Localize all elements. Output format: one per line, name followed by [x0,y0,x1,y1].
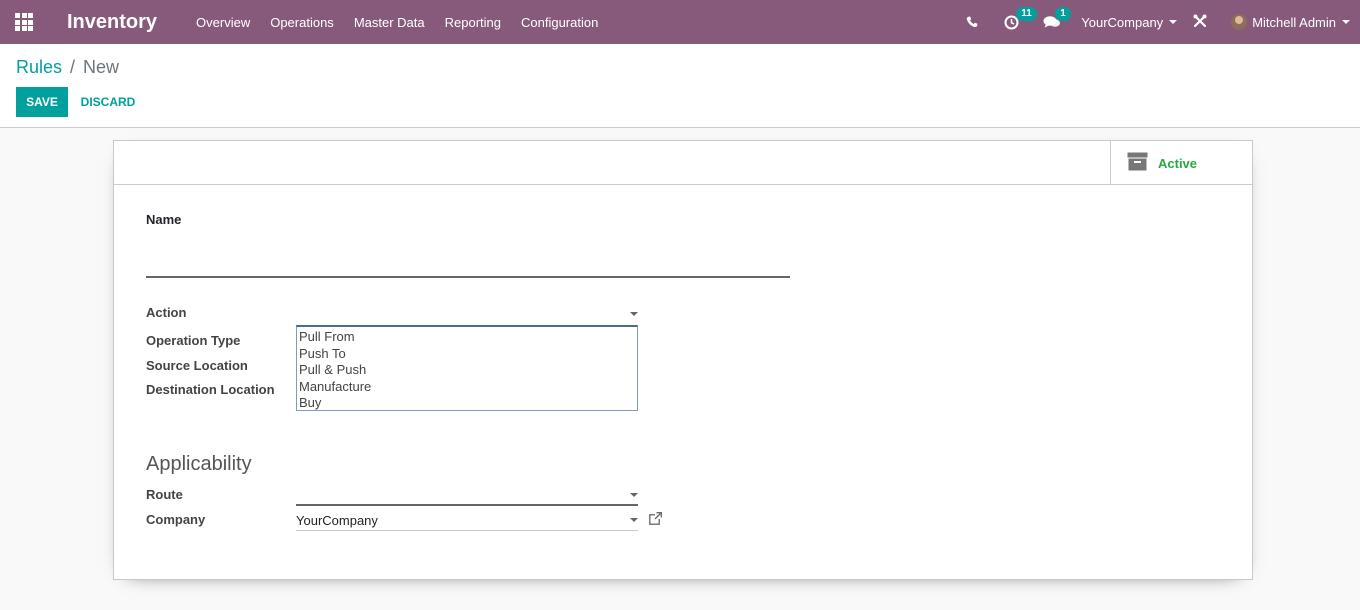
active-toggle-button[interactable]: Active [1110,141,1252,185]
app-name[interactable]: Inventory [67,11,157,34]
form-sheet: Active Name Action Pull From Push To Pul… [113,140,1253,580]
button-box: Active [114,141,1252,185]
applicability-title: Applicability [146,453,252,475]
breadcrumb-current: New [83,57,120,77]
user-name: Mitchell Admin [1252,14,1336,30]
source-location-label: Source Location [146,358,248,373]
breadcrumb-separator: / [70,57,76,77]
action-select[interactable] [296,305,638,325]
chevron-down-icon [630,312,638,316]
menu-item-operations[interactable]: Operations [270,15,334,30]
external-link-icon[interactable] [649,512,662,528]
chevron-down-icon [630,518,638,522]
save-button[interactable]: SAVE [16,87,68,117]
company-name: YourCompany [1081,14,1164,30]
menu-item-master-data[interactable]: Master Data [354,15,425,30]
activity-count-badge: 11 [1016,6,1037,21]
chevron-down-icon [1169,20,1178,24]
operation-type-label: Operation Type [146,333,241,348]
clock-icon[interactable]: 11 [1004,6,1037,30]
apps-grid-icon[interactable] [0,0,48,44]
company-label: Company [146,512,206,527]
company-switcher[interactable]: YourCompany [1081,14,1178,30]
destination-location-label: Destination Location [146,382,275,397]
message-count-badge: 1 [1055,7,1071,21]
discard-button[interactable]: DISCARD [72,87,144,117]
menu-item-configuration[interactable]: Configuration [521,15,598,30]
option-buy[interactable]: Buy [297,395,637,412]
archive-icon [1127,152,1148,174]
company-select[interactable]: YourCompany [296,511,638,531]
user-menu[interactable]: Mitchell Admin [1231,14,1350,30]
chat-icon[interactable]: 1 [1043,7,1071,29]
menu-item-reporting[interactable]: Reporting [445,15,501,30]
breadcrumb-rules-link[interactable]: Rules [16,57,62,78]
route-label: Route [146,487,183,502]
action-label: Action [146,305,187,320]
action-options-list: Pull From Push To Pull & Push Manufactur… [296,325,638,411]
debug-tools-icon[interactable] [1193,14,1207,31]
option-push-to[interactable]: Push To [297,346,637,363]
company-value: YourCompany [296,513,378,528]
control-panel: Rules / New SAVE DISCARD [0,44,1360,128]
menu-item-overview[interactable]: Overview [196,15,250,30]
active-label: Active [1158,155,1198,171]
chevron-down-icon [630,493,638,497]
chevron-down-icon [1342,20,1350,24]
option-manufacture[interactable]: Manufacture [297,379,637,396]
top-navbar: Inventory Overview Operations Master Dat… [0,0,1360,44]
systray: 11 1 YourCompany Mitchell Admin [966,0,1360,44]
route-select[interactable] [296,486,638,506]
option-pull-from[interactable]: Pull From [297,329,637,346]
option-pull-and-push[interactable]: Pull & Push [297,362,637,379]
main-menu: Overview Operations Master Data Reportin… [196,15,618,30]
phone-icon[interactable] [966,16,978,28]
name-input[interactable] [146,247,790,278]
breadcrumb: Rules / New [16,57,119,78]
avatar [1231,14,1248,30]
name-label: Name [146,212,182,227]
